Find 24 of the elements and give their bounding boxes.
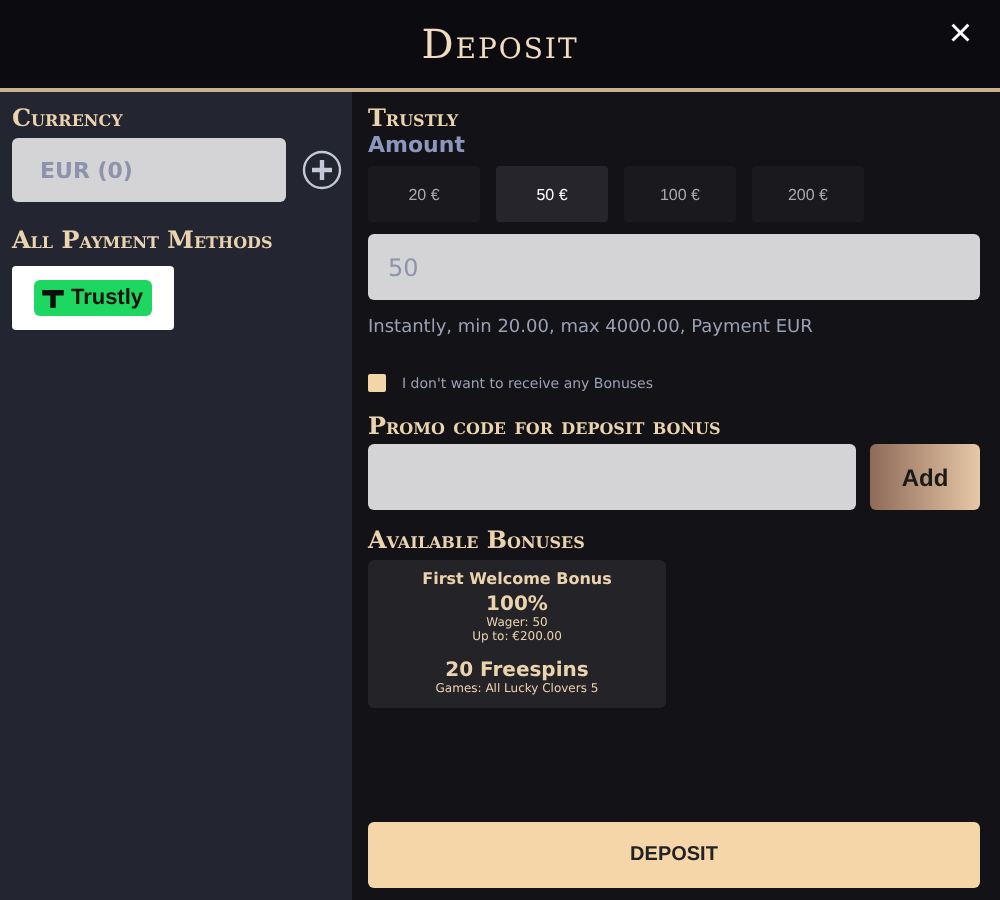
amount-option[interactable]: 100 €	[624, 166, 736, 222]
amount-label: Amount	[368, 132, 465, 158]
method-label: Trustly	[70, 286, 144, 310]
amount-option[interactable]: 20 €	[368, 166, 480, 222]
bonus-title: First Welcome Bonus	[422, 570, 612, 588]
window-title: Deposit	[421, 20, 579, 68]
currency-label: Currency	[12, 104, 123, 132]
close-button[interactable]: ×	[940, 12, 980, 58]
deposit-button[interactable]: DEPOSIT	[368, 822, 980, 888]
bonus-percent: 100%	[486, 594, 548, 616]
logo-icon	[42, 289, 65, 307]
payment-method[interactable]: Trustly	[12, 266, 174, 330]
checkbox[interactable]	[368, 374, 386, 392]
bonuses-label: Available Bonuses	[368, 526, 585, 554]
amount-option[interactable]: 50 €	[496, 166, 608, 222]
add-icon[interactable]	[302, 150, 342, 190]
promo-code-field[interactable]	[368, 444, 856, 510]
method-title: Trustly	[368, 104, 459, 132]
amount-option[interactable]: 200 €	[752, 166, 864, 222]
promo-label: Promo code for deposit bonus	[368, 412, 721, 440]
add-button[interactable]: Add	[870, 444, 980, 510]
bonus-freespins: 20 Freespins	[445, 660, 589, 682]
payment-info: Instantly, min 20.00, max 4000.00, Payment EUR	[368, 318, 813, 338]
payment-methods-label: All Payment Methods	[12, 226, 273, 254]
